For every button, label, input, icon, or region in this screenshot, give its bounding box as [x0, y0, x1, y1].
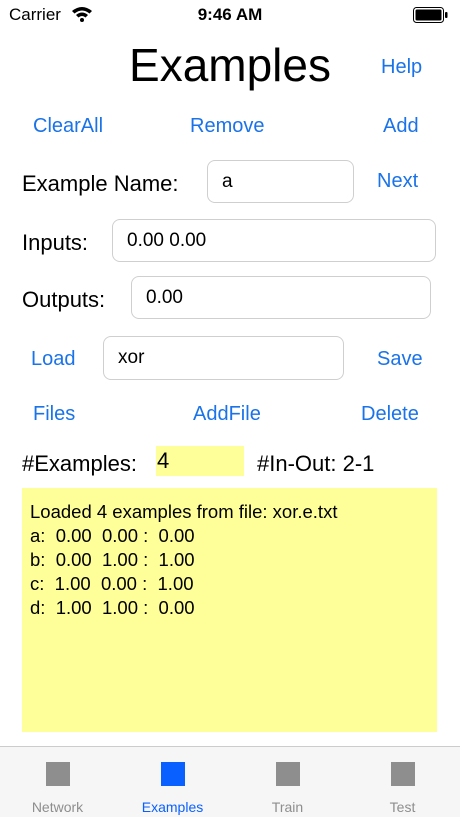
inputs-label: Inputs:	[22, 230, 89, 255]
clear-all-button[interactable]: ClearAll	[33, 115, 103, 138]
tab-network[interactable]: Network	[0, 747, 115, 818]
status-bar: Carrier 9:46 AM	[0, 0, 460, 30]
file-name-value: xor	[118, 347, 145, 368]
log-line: d: 1.00 1.00 : 0.00	[30, 597, 195, 618]
files-button[interactable]: Files	[33, 403, 75, 426]
test-tab-icon	[390, 762, 415, 786]
example-name-label: Example Name:	[22, 171, 179, 196]
log-line: a: 0.00 0.00 : 0.00	[30, 525, 195, 546]
next-button[interactable]: Next	[377, 170, 418, 193]
in-out-label: #In-Out: 2-1	[257, 451, 375, 476]
log-line: c: 1.00 0.00 : 1.00	[30, 573, 194, 594]
example-name-field[interactable]: a	[207, 160, 354, 203]
help-button[interactable]: Help	[381, 56, 422, 79]
status-time: 9:46 AM	[197, 5, 263, 24]
tab-train[interactable]: Train	[230, 747, 345, 818]
save-button[interactable]: Save	[377, 348, 423, 371]
tab-test[interactable]: Test	[345, 747, 460, 818]
load-button[interactable]: Load	[31, 348, 76, 371]
log-line: b: 0.00 1.00 : 1.00	[30, 549, 195, 570]
add-button[interactable]: Add	[383, 115, 419, 138]
tab-network-label: Network	[31, 799, 84, 815]
outputs-label: Outputs:	[22, 287, 106, 312]
delete-button[interactable]: Delete	[361, 403, 419, 426]
examples-count-value: 4	[156, 446, 244, 476]
inputs-value: 0.00 0.00	[127, 229, 207, 251]
tab-examples-label: Examples	[141, 799, 204, 815]
remove-button[interactable]: Remove	[190, 115, 264, 138]
examples-tab-icon	[160, 762, 185, 786]
outputs-value: 0.00	[146, 286, 183, 308]
log-line: Loaded 4 examples from file: xor.e.txt	[30, 501, 338, 522]
add-file-button[interactable]: AddFile	[193, 403, 261, 426]
inputs-field[interactable]: 0.00 0.00	[112, 219, 436, 262]
examples-count-label: #Examples:	[22, 451, 137, 476]
tab-train-label: Train	[271, 799, 304, 815]
network-tab-icon	[45, 762, 70, 786]
example-name-value: a	[222, 170, 233, 192]
tab-test-label: Test	[389, 799, 416, 815]
tab-bar: Network Examples Train Test	[0, 746, 460, 817]
battery-icon	[413, 7, 448, 23]
examples-log: Loaded 4 examples from file: xor.e.txt a…	[22, 488, 437, 732]
file-name-field[interactable]: xor	[103, 336, 344, 380]
outputs-field[interactable]: 0.00	[131, 276, 431, 319]
tab-examples[interactable]: Examples	[115, 747, 230, 818]
train-tab-icon	[275, 762, 300, 786]
